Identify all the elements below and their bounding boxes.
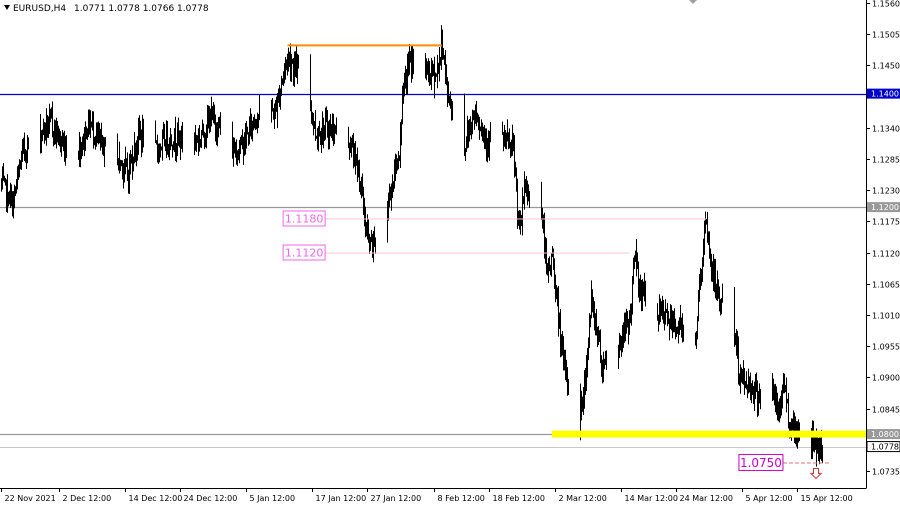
annotation-label-0: 1.1180 — [285, 212, 324, 225]
y-tick-label-11: 1.0900 — [872, 374, 900, 383]
x-tick-label-4: 5 Jan 12:00 — [250, 494, 296, 503]
chart-header: EURUSD,H4 1.0771 1.0778 1.0766 1.0778 — [4, 4, 209, 14]
y-tick-label-8: 1.1065 — [872, 281, 900, 290]
level-price-label-0: 1.1400 — [871, 90, 899, 99]
y-tick-label-12: 1.0845 — [872, 406, 900, 415]
x-tick-label-11: 24 Mar 12:00 — [680, 494, 733, 503]
y-tick-label-1: 1.1505 — [872, 31, 900, 40]
level-price-label-2: 1.0800 — [871, 430, 899, 439]
y-tick-label-13: 1.0735 — [872, 468, 900, 477]
x-tick-label-1: 2 Dec 12:00 — [63, 494, 112, 503]
price-chart[interactable]: EURUSD,H4 1.0771 1.0778 1.0766 1.0778 1.… — [0, 0, 900, 509]
x-tick-label-3: 24 Dec 12:00 — [184, 494, 238, 503]
x-tick-label-6: 27 Jan 12:00 — [371, 494, 422, 503]
x-tick-label-5: 17 Jan 12:00 — [316, 494, 367, 503]
x-tick-label-7: 8 Feb 12:00 — [438, 494, 485, 503]
y-tick-label-6: 1.1175 — [872, 218, 900, 227]
y-tick-label-0: 1.1560 — [872, 0, 900, 9]
y-tick-label-7: 1.1120 — [872, 250, 900, 259]
y-tick-label-9: 1.1010 — [872, 312, 900, 321]
y-tick-label-3: 1.1340 — [872, 125, 900, 134]
x-tick-label-9: 2 Mar 12:00 — [559, 494, 607, 503]
y-tick-label-2: 1.1450 — [872, 62, 900, 71]
ohlc-values: 1.0771 1.0778 1.0766 1.0778 — [74, 4, 209, 14]
annotation-label-2: 1.0750 — [740, 456, 782, 470]
x-tick-label-10: 14 Mar 12:00 — [625, 494, 678, 503]
level-price-label-1: 1.1200 — [871, 203, 899, 212]
x-tick-label-12: 5 Apr 12:00 — [746, 494, 793, 503]
y-tick-label-4: 1.1285 — [872, 156, 900, 165]
support-zone[interactable] — [552, 430, 866, 438]
y-tick-label-5: 1.1230 — [872, 187, 900, 196]
y-tick-label-10: 1.0955 — [872, 343, 900, 352]
symbol-label: EURUSD,H4 — [13, 4, 66, 14]
x-tick-label-0: 22 Nov 2021 — [5, 494, 56, 503]
current-price-label: 1.0778 — [871, 443, 899, 452]
x-tick-label-13: 15 Apr 12:00 — [801, 494, 853, 503]
annotation-label-1: 1.1120 — [285, 246, 324, 259]
x-tick-label-2: 14 Dec 12:00 — [129, 494, 183, 503]
x-tick-label-8: 18 Feb 12:00 — [493, 494, 545, 503]
